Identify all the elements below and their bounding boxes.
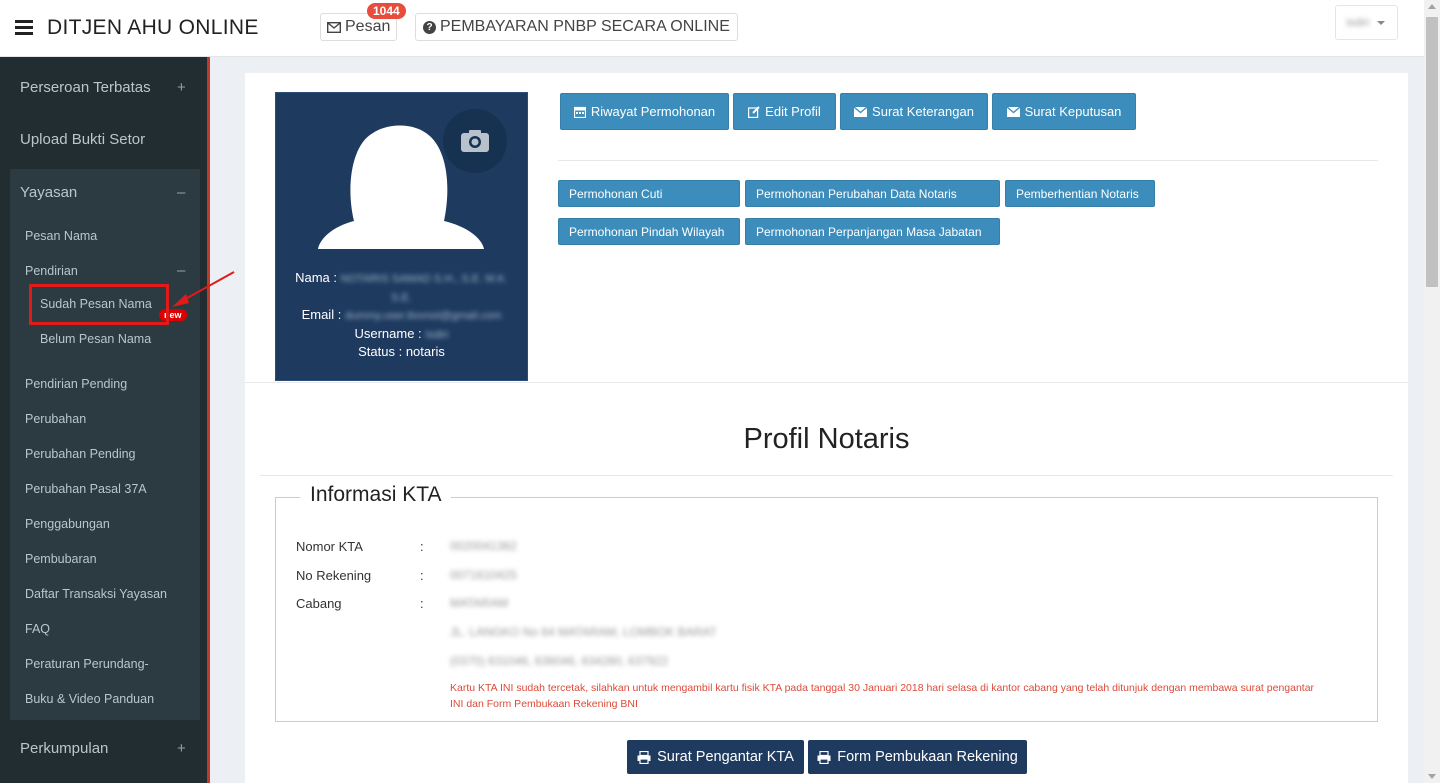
page-title: Profil Notaris (743, 423, 910, 455)
colon: : (420, 568, 424, 583)
sidebar-item-pembubaran[interactable]: Pembubaran (25, 552, 97, 566)
permohonan-perpanjangan-button[interactable]: Permohonan Perpanjangan Masa Jabatan (745, 218, 1000, 245)
surat-keputusan-label: Surat Keputusan (1024, 104, 1122, 119)
scroll-thumb[interactable] (1426, 17, 1438, 287)
nomor-kta-label: Nomor KTA (296, 539, 363, 554)
envelope-icon (1006, 106, 1020, 117)
surat-keputusan-button[interactable]: Surat Keputusan (992, 93, 1136, 130)
hamburger-menu-icon[interactable] (15, 20, 33, 36)
sidebar-item-perubahan-pasal[interactable]: Perubahan Pasal 37A (25, 482, 147, 496)
sidebar-item-perseroan[interactable]: Perseroan Terbatas (20, 79, 151, 96)
sidebar-item-belum-pesan-nama[interactable]: Belum Pesan Nama (40, 332, 151, 346)
page-scrollbar[interactable] (1424, 0, 1440, 783)
profile-username-line: Username : Isdiri (276, 326, 527, 341)
expand-plus-icon[interactable]: + (177, 740, 186, 757)
envelope-icon (327, 21, 341, 33)
edit-pencil-icon (748, 105, 760, 118)
avatar (276, 93, 527, 249)
yayasan-submenu: Yayasan – Pesan Nama Pendirian – Sudah P… (10, 169, 200, 720)
divider (558, 160, 1378, 161)
envelope-icon (854, 106, 868, 117)
no-rekening-label: No Rekening (296, 568, 372, 583)
sidebar-item-peraturan[interactable]: Peraturan Perundang- (25, 657, 149, 671)
sidebar-item-upload[interactable]: Upload Bukti Setor (20, 131, 145, 148)
sidebar-item-penggabungan[interactable]: Penggabungan (25, 517, 110, 531)
sidebar-item-yayasan[interactable]: Yayasan (20, 184, 77, 201)
surat-pengantar-kta-label: Surat Pengantar KTA (657, 749, 794, 765)
sidebar: Perseroan Terbatas + Upload Bukti Setor … (0, 57, 210, 783)
nomor-kta-value: 0020041382 (450, 539, 517, 553)
profile-email-line: Email : dummy.user.ttovnot@gmail.com (276, 307, 527, 322)
scroll-up-arrow-icon[interactable] (1428, 4, 1436, 9)
user-name: Isdiri (1346, 16, 1370, 29)
top-navbar: DITJEN AHU ONLINE Pesan 1044 ? PEMBAYARA… (0, 0, 1424, 57)
pnbp-payment-button[interactable]: ? PEMBAYARAN PNBP SECARA ONLINE (415, 13, 738, 41)
sidebar-item-perubahan[interactable]: Perubahan (25, 412, 86, 426)
calendar-icon (573, 106, 586, 118)
form-pembukaan-rekening-button[interactable]: Form Pembukaan Rekening (808, 740, 1027, 774)
sidebar-item-daftar-transaksi[interactable]: Daftar Transaksi Yayasan (25, 587, 167, 601)
profile-username-value: Isdiri (425, 329, 449, 341)
pemberhentian-notaris-button[interactable]: Pemberhentian Notaris (1005, 180, 1155, 207)
profile-status-value: notaris (405, 344, 445, 359)
main-content-panel: Nama : NOTARIS SAMAD S.H., S.E. M.K. S.E… (245, 73, 1408, 783)
sidebar-item-pesan-nama[interactable]: Pesan Nama (25, 229, 97, 243)
sidebar-item-faq[interactable]: FAQ (25, 622, 50, 636)
pnbp-label: PEMBAYARAN PNBP SECARA ONLINE (440, 18, 730, 35)
riwayat-permohonan-button[interactable]: Riwayat Permohonan (560, 93, 729, 130)
profile-name-value: NOTARIS SAMAD S.H., S.E. M.K. (340, 273, 508, 285)
sidebar-item-perkumpulan[interactable]: Perkumpulan (20, 740, 108, 757)
annotation-arrow-icon (172, 271, 235, 307)
profile-status-line: Status : notaris (276, 344, 527, 359)
kta-info-legend: Informasi KTA (300, 483, 452, 507)
sidebar-item-pendirian[interactable]: Pendirian (25, 264, 78, 278)
profile-name-label: Nama : (295, 270, 337, 285)
divider (245, 382, 1408, 383)
divider (260, 475, 1393, 476)
collapse-minus-icon[interactable]: – (177, 184, 185, 201)
print-icon (817, 750, 831, 764)
profile-username-label: Username : (354, 326, 422, 341)
profile-name-line-2: S.E. (276, 289, 527, 304)
caret-down-icon (1377, 20, 1386, 25)
colon: : (420, 539, 424, 554)
print-icon (637, 750, 651, 764)
permohonan-perubahan-data-button[interactable]: Permohonan Perubahan Data Notaris (745, 180, 1000, 207)
cabang-label: Cabang (296, 596, 342, 611)
sidebar-item-perubahan-pending[interactable]: Perubahan Pending (25, 447, 136, 461)
camera-icon (461, 130, 489, 152)
messages-count-badge: 1044 (367, 3, 406, 19)
profile-status-label: Status : (358, 344, 403, 359)
cabang-phone: (0370) 631046, 636046, 634280, 637922 (450, 654, 669, 668)
change-photo-button[interactable] (443, 109, 507, 173)
cabang-address: JL. LANGKO No 64 MATARAM, LOMBOK BARAT (450, 625, 717, 639)
no-rekening-value: 0071610425 (450, 568, 517, 582)
profile-card: Nama : NOTARIS SAMAD S.H., S.E. M.K. S.E… (275, 92, 528, 381)
edit-profil-button[interactable]: Edit Profil (733, 93, 836, 130)
scroll-down-arrow-icon[interactable] (1428, 774, 1436, 779)
profile-name-line: Nama : NOTARIS SAMAD S.H., S.E. M.K. (276, 270, 527, 285)
riwayat-permohonan-label: Riwayat Permohonan (590, 104, 716, 119)
highlight-annotation-box (29, 284, 169, 325)
form-pembukaan-rekening-label: Form Pembukaan Rekening (837, 749, 1018, 765)
brand-title[interactable]: DITJEN AHU ONLINE (47, 16, 259, 40)
profile-email-label: Email : (301, 307, 342, 322)
cabang-value: MATARAM (450, 596, 509, 610)
permohonan-pindah-wilayah-button[interactable]: Permohonan Pindah Wilayah (558, 218, 740, 245)
permohonan-cuti-button[interactable]: Permohonan Cuti (558, 180, 740, 207)
surat-pengantar-kta-button[interactable]: Surat Pengantar KTA (627, 740, 804, 774)
user-dropdown[interactable]: Isdiri (1335, 5, 1398, 40)
expand-plus-icon[interactable]: + (177, 79, 186, 96)
messages-label: Pesan (345, 18, 391, 35)
surat-keterangan-button[interactable]: Surat Keterangan (840, 93, 988, 130)
sidebar-item-pendirian-pending[interactable]: Pendirian Pending (25, 377, 127, 391)
question-circle-icon: ? (423, 20, 436, 34)
kta-notice-text: Kartu KTA INI sudah tercetak, silahkan u… (450, 682, 1315, 710)
colon: : (420, 596, 424, 611)
edit-profil-label: Edit Profil (765, 104, 821, 119)
surat-keterangan-label: Surat Keterangan (872, 104, 974, 119)
sidebar-item-buku-video[interactable]: Buku & Video Panduan (25, 692, 154, 706)
profile-name-value-2: S.E. (391, 292, 412, 304)
profile-email-value: dummy.user.ttovnot@gmail.com (344, 310, 502, 322)
